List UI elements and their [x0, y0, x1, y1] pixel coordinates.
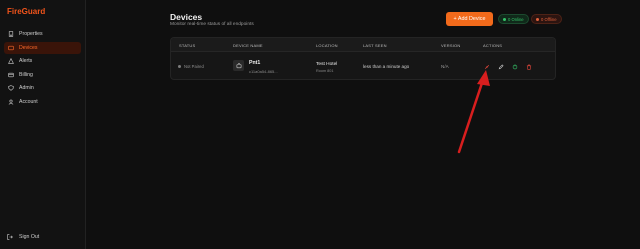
delete-device-button[interactable] [525, 63, 533, 71]
column-header-location: LOCATION [316, 42, 338, 48]
sidebar-item-account[interactable]: Account [4, 96, 81, 108]
status-dot-icon [178, 65, 181, 68]
logout-icon [7, 233, 15, 241]
offline-count-label: 0 Offline [541, 16, 557, 22]
sign-out-button[interactable]: Sign Out [7, 233, 39, 241]
sidebar-item-label: Admin [19, 85, 34, 91]
shield-icon [7, 84, 15, 92]
sidebar-item-label: Alerts [19, 58, 33, 64]
sidebar-item-properties[interactable]: Properties [4, 28, 81, 40]
sidebar-item-label: Billing [19, 71, 33, 78]
column-header-last-seen: LAST SEEN [363, 42, 387, 48]
column-header-device-name: DEVICE NAME [233, 42, 263, 48]
sidebar-item-label: Properties [19, 31, 43, 37]
column-header-status: STATUS [179, 42, 196, 48]
table-row[interactable]: Not Paired Pnt1 c11a0a54-865... Test Hot… [171, 53, 555, 79]
sign-out-label: Sign Out [19, 234, 40, 240]
device-id: c11a0a54-865... [249, 68, 278, 74]
page-title: Devices [170, 12, 203, 22]
add-device-button[interactable]: + Add Device [446, 12, 493, 26]
location-room: Room 801 [316, 69, 334, 73]
online-dot-icon [503, 17, 506, 21]
sidebar-item-devices[interactable]: Devices [4, 41, 81, 54]
page-subtitle: Monitor real-time status of all endpoint… [170, 22, 254, 27]
main-content: Devices Monitor real-time status of all … [87, 0, 640, 249]
column-header-actions: ACTIONS [483, 42, 503, 48]
device-icon [233, 60, 244, 71]
trash-icon [526, 64, 532, 70]
location-name: Test Hotel [316, 62, 338, 67]
test-device-button[interactable] [511, 63, 519, 71]
column-header-version: VERSION [441, 42, 461, 48]
brand-logo: FireGuard [7, 7, 46, 16]
table-header: STATUS DEVICE NAME LOCATION LAST SEEN VE… [171, 38, 555, 52]
unlink-icon [484, 64, 490, 70]
alert-icon [7, 57, 15, 65]
sidebar-item-billing[interactable]: Billing [4, 69, 81, 81]
sidebar: FireGuard Properties Devices Alerts Bill… [0, 0, 86, 249]
status-label: Not Paired [184, 64, 204, 69]
power-icon [512, 64, 518, 70]
version: N/A [441, 64, 449, 69]
online-count-label: 0 Online [508, 16, 524, 22]
sidebar-nav: Properties Devices Alerts Billing Admin [4, 28, 81, 109]
user-icon [7, 98, 15, 106]
pencil-icon [498, 64, 504, 70]
pair-device-button[interactable] [483, 63, 491, 71]
building-icon [7, 30, 15, 38]
sidebar-item-label: Account [19, 98, 38, 105]
status-cell: Not Paired [178, 64, 204, 69]
device-name: Pnt1 [249, 60, 261, 66]
devices-table: STATUS DEVICE NAME LOCATION LAST SEEN VE… [170, 37, 556, 80]
edit-device-button[interactable] [497, 63, 505, 71]
offline-count-badge: 0 Offline [531, 14, 562, 24]
offline-dot-icon [536, 17, 539, 21]
devices-icon [7, 44, 15, 52]
sidebar-item-admin[interactable]: Admin [4, 82, 81, 94]
last-seen: less than a minute ago [363, 64, 410, 69]
card-icon [7, 71, 15, 79]
online-count-badge: 0 Online [498, 14, 529, 24]
sidebar-item-alerts[interactable]: Alerts [4, 55, 81, 67]
sidebar-item-label: Devices [19, 44, 38, 51]
